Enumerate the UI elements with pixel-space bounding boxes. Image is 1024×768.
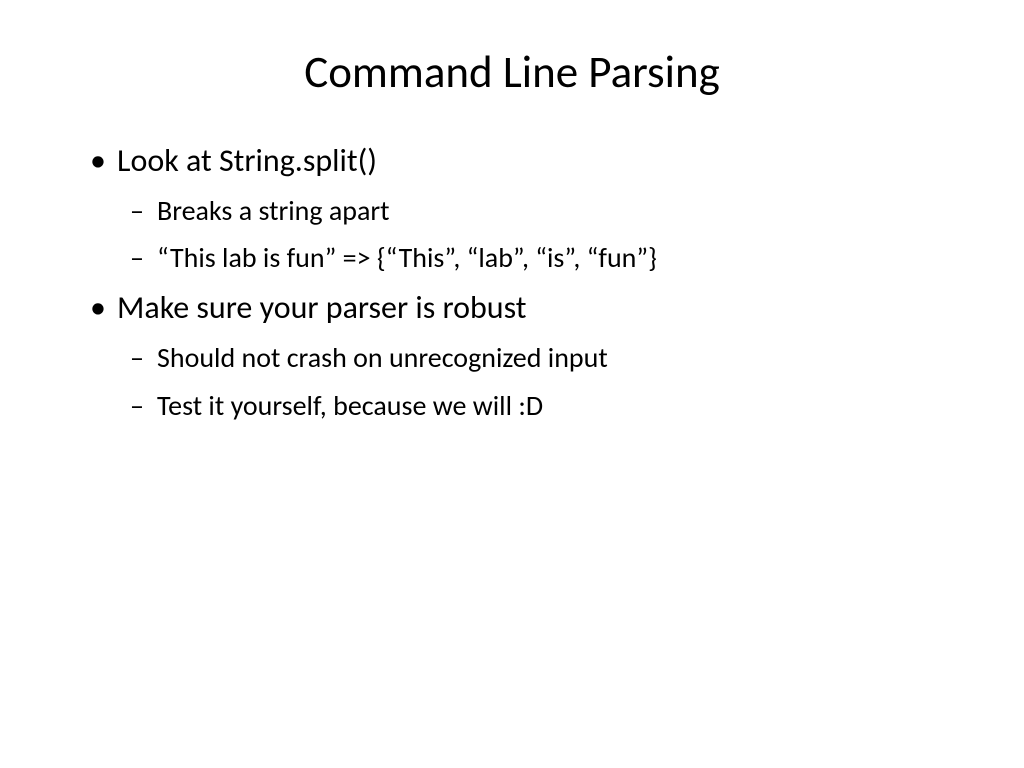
bullet-item: Look at String.split(): [85, 140, 939, 182]
bullet-item: Make sure your parser is robust: [85, 287, 939, 329]
slide-content: Look at String.split() Breaks a string a…: [85, 140, 939, 424]
sub-bullet-item: “This lab is fun” => {“This”, “lab”, “is…: [85, 239, 939, 277]
slide-title: Command Line Parsing: [85, 45, 939, 100]
sub-bullet-item: Test it yourself, because we will :D: [85, 387, 939, 425]
sub-bullet-item: Breaks a string apart: [85, 192, 939, 230]
sub-bullet-item: Should not crash on unrecognized input: [85, 339, 939, 377]
